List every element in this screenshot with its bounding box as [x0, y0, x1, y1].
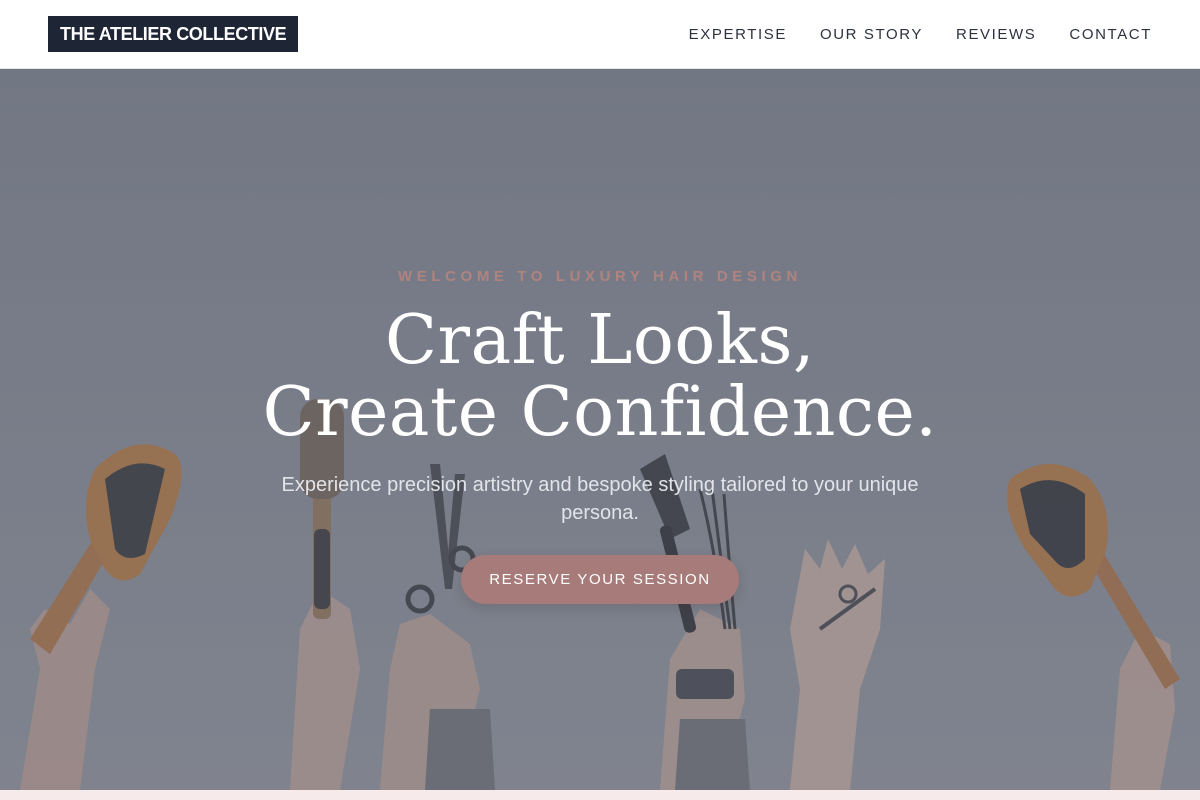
hero-section: WELCOME TO LUXURY HAIR DESIGN Craft Look…: [0, 69, 1200, 790]
site-header: THE ATELIER COLLECTIVE EXPERTISE OUR STO…: [0, 0, 1200, 69]
hero-subtext: Experience precision artistry and bespok…: [281, 474, 919, 524]
nav-link-expertise[interactable]: EXPERTISE: [689, 26, 787, 43]
reserve-session-button[interactable]: RESERVE YOUR SESSION: [461, 555, 739, 604]
next-section-edge: [0, 790, 1200, 800]
brand-logo[interactable]: THE ATELIER COLLECTIVE: [48, 16, 299, 52]
hero-headline-line-1: Craft Looks,: [385, 301, 815, 380]
hero-headline: Craft Looks, Create Confidence.: [0, 305, 1200, 449]
nav-link-reviews[interactable]: REVIEWS: [956, 26, 1036, 43]
hero-eyebrow: WELCOME TO LUXURY HAIR DESIGN: [398, 268, 802, 285]
hero-headline-line-2: Create Confidence.: [262, 373, 938, 452]
nav-link-our-story[interactable]: OUR STORY: [820, 26, 923, 43]
nav-link-contact[interactable]: CONTACT: [1069, 26, 1152, 43]
main-nav: EXPERTISE OUR STORY REVIEWS CONTACT: [689, 0, 1152, 68]
